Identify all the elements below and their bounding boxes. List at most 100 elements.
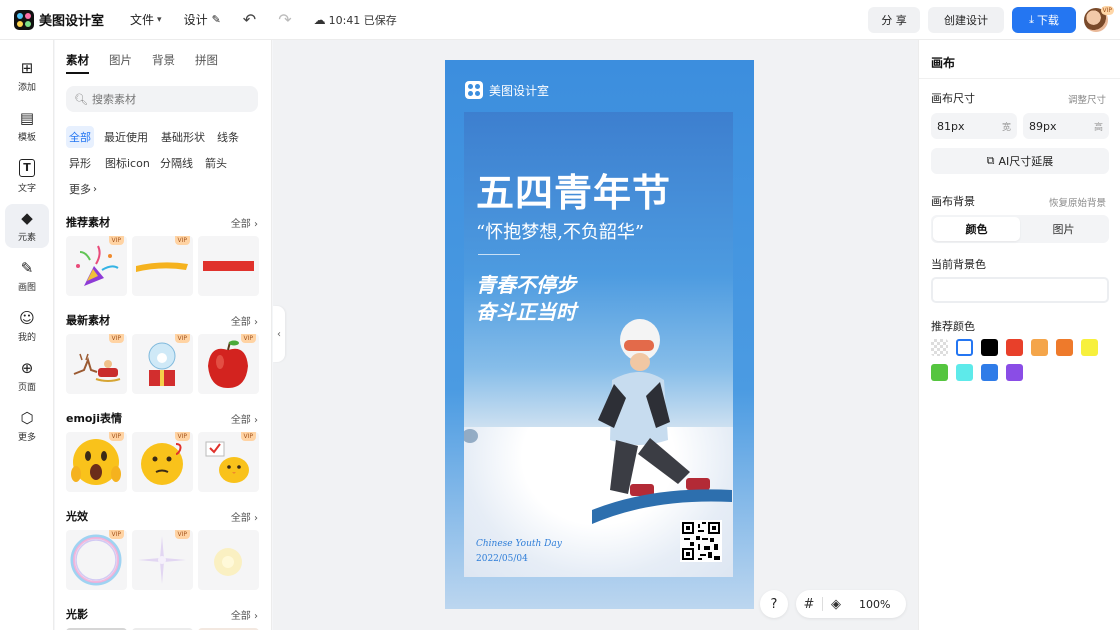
swatch-white[interactable]: [956, 339, 973, 356]
material-tile[interactable]: VIP: [132, 334, 193, 394]
app-logo[interactable]: 美图设计室: [14, 9, 104, 30]
slogan-line-2: 奋斗正当时: [476, 300, 576, 324]
chevron-down-icon: ▾: [157, 14, 162, 25]
rail-item-label: 我的: [17, 332, 36, 343]
rail-item-pages[interactable]: ⊕ 页面: [5, 354, 49, 398]
chip-lines[interactable]: 线条: [214, 126, 242, 148]
avatar[interactable]: VIP: [1084, 6, 1114, 32]
chip-irregular[interactable]: 异形: [66, 152, 94, 174]
template-icon: ▤: [19, 108, 35, 127]
zoom-toolbar: # ◈ 100%: [796, 590, 906, 618]
chip-more[interactable]: 更多 ›: [66, 178, 100, 200]
swatch-black[interactable]: [981, 339, 998, 356]
current-bg-color-field[interactable]: [931, 277, 1109, 303]
swatch-yellow[interactable]: [1081, 339, 1098, 356]
poster-photo[interactable]: 五四青年节 “怀抱梦想,不负韶华” 青春不停步 奋斗正当时 Chinese Yo…: [464, 112, 733, 577]
poster-brand[interactable]: 美图设计室: [465, 81, 549, 99]
rail-item-more[interactable]: ⬡ 更多: [5, 404, 49, 448]
material-tile[interactable]: VIP: [66, 334, 127, 394]
canvas-area[interactable]: 美图设计室 五四青年节 “怀抱梦想,不负韶华” 青春不停步 奋斗正当时 Chin…: [273, 40, 918, 630]
zoom-level[interactable]: 100%: [859, 598, 890, 611]
rail-item-add[interactable]: ⊞ 添加: [5, 54, 49, 98]
grid-icon[interactable]: #: [796, 597, 822, 612]
material-tile[interactable]: VIP: [198, 432, 259, 492]
qr-code-icon[interactable]: [680, 520, 722, 562]
chip-all[interactable]: 全部: [66, 126, 94, 148]
rail-item-draw[interactable]: ✎ 画图: [5, 254, 49, 298]
poster-english-title[interactable]: Chinese Youth Day: [476, 539, 562, 549]
chip-icons[interactable]: 图标icon: [102, 152, 153, 174]
rail-item-elements[interactable]: ◆ 元素: [5, 204, 49, 248]
swatch-light-orange[interactable]: [1031, 339, 1048, 356]
rail-item-text[interactable]: T 文字: [5, 154, 49, 198]
create-design-button[interactable]: 创建设计: [928, 7, 1004, 33]
section-all-link[interactable]: 全部 ›: [231, 313, 258, 328]
poster-canvas[interactable]: 美图设计室 五四青年节 “怀抱梦想,不负韶华” 青春不停步 奋斗正当时 Chin…: [445, 60, 754, 609]
collapse-panel-button[interactable]: ‹: [273, 306, 285, 362]
swatch-red[interactable]: [1006, 339, 1023, 356]
poster-subtitle[interactable]: “怀抱梦想,不负韶华”: [476, 218, 644, 244]
tab-backgrounds[interactable]: 背景: [152, 52, 175, 74]
properties-heading: 画布: [931, 56, 956, 70]
material-tile[interactable]: VIP: [132, 432, 193, 492]
download-label: 下载: [1036, 14, 1059, 27]
swatch-transparent[interactable]: [931, 339, 948, 356]
recommended-colors-label: 推荐颜色: [931, 320, 975, 333]
chip-dividers[interactable]: 分隔线: [157, 152, 196, 174]
material-search[interactable]: 🔍︎: [66, 86, 258, 112]
search-input[interactable]: [91, 92, 252, 106]
material-tile[interactable]: VIP: [132, 236, 193, 296]
swatch-blue[interactable]: [981, 364, 998, 381]
section-all-link[interactable]: 全部 ›: [231, 215, 258, 230]
chip-basic-shapes[interactable]: 基础形状: [158, 126, 208, 148]
chip-arrows[interactable]: 箭头: [202, 152, 230, 174]
tab-materials[interactable]: 素材: [66, 52, 89, 74]
rail-item-mine[interactable]: ☺ 我的: [5, 304, 49, 348]
material-tile[interactable]: VIP: [66, 236, 127, 296]
section-all-link[interactable]: 全部 ›: [231, 509, 258, 524]
swatch-orange[interactable]: [1056, 339, 1073, 356]
section-all-link[interactable]: 全部 ›: [231, 411, 258, 426]
tab-images[interactable]: 图片: [109, 52, 132, 74]
poster-date[interactable]: 2022/05/04: [476, 554, 528, 564]
bg-image-tab[interactable]: 图片: [1020, 217, 1107, 241]
material-tile[interactable]: [198, 236, 259, 296]
material-tile[interactable]: VIP: [132, 530, 193, 590]
restore-bg-link[interactable]: 恢复原始背景: [1049, 195, 1106, 209]
vip-badge: VIP: [240, 432, 256, 441]
height-field[interactable]: 89px 高: [1023, 113, 1109, 139]
material-tile[interactable]: VIP: [198, 334, 259, 394]
swatch-cyan[interactable]: [956, 364, 973, 381]
material-tile[interactable]: VIP: [66, 530, 127, 590]
rail-item-templates[interactable]: ▤ 模板: [5, 104, 49, 148]
section-title: 推荐素材: [66, 216, 110, 229]
share-button[interactable]: 分 享: [868, 7, 920, 33]
file-menu[interactable]: 文件 ▾: [130, 11, 162, 28]
save-status-text: 10:41 已保存: [328, 13, 397, 27]
layers-icon[interactable]: ◈: [823, 597, 849, 612]
material-tile[interactable]: VIP: [66, 432, 127, 492]
tab-collage[interactable]: 拼图: [195, 52, 218, 74]
undo-icon[interactable]: ↶: [243, 10, 256, 29]
swatch-green[interactable]: [931, 364, 948, 381]
poster-title[interactable]: 五四青年节: [476, 162, 671, 217]
width-field[interactable]: 81px 宽: [931, 113, 1017, 139]
height-value: 89px: [1029, 119, 1057, 133]
adjust-size-link[interactable]: 调整尺寸: [1068, 92, 1106, 106]
width-value: 81px: [937, 119, 965, 133]
poster-slogan[interactable]: 青春不停步 奋斗正当时: [476, 272, 576, 326]
section-all-label: 全部: [230, 415, 251, 426]
ai-extend-button[interactable]: ⧉ AI尺寸延展: [931, 148, 1109, 174]
section-all-link[interactable]: 全部 ›: [231, 607, 258, 622]
redo-icon[interactable]: ↷: [278, 10, 291, 29]
material-tile[interactable]: [198, 530, 259, 590]
download-button[interactable]: ⤓ 下载: [1012, 7, 1076, 33]
divider: [919, 78, 1120, 79]
design-menu[interactable]: 设计 ✎: [184, 11, 221, 28]
swatch-purple[interactable]: [1006, 364, 1023, 381]
help-button[interactable]: ?: [760, 590, 788, 618]
red-apple-icon: [208, 340, 248, 388]
chip-recent[interactable]: 最近使用: [101, 126, 151, 148]
section-all-label: 全部: [230, 317, 251, 328]
bg-color-tab[interactable]: 颜色: [933, 217, 1020, 241]
